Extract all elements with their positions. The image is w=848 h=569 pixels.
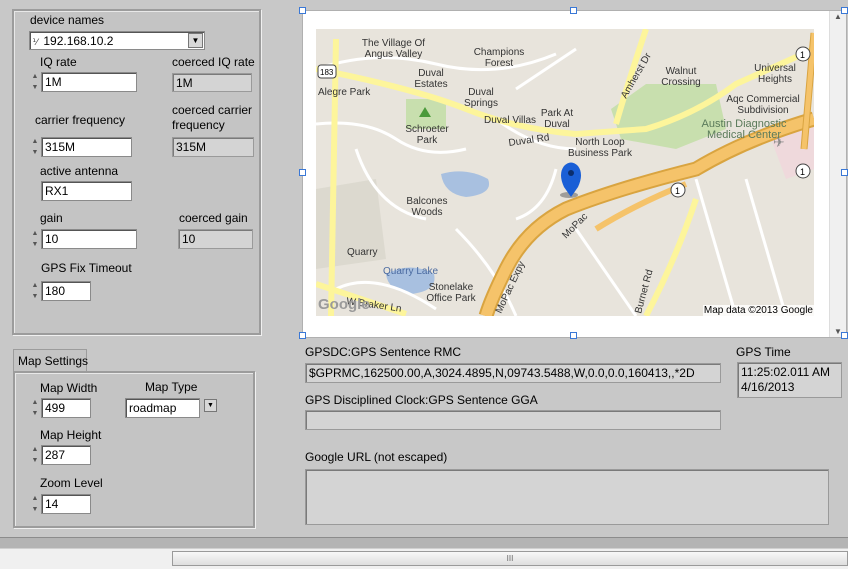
map-label-schroeter-park: Schroeter Park [405,124,449,146]
map-label-balcones-woods: Balcones Woods [406,196,448,218]
iq-rate-spinner[interactable]: ▲ ▼ [30,72,40,94]
svg-text:1: 1 [675,186,680,196]
gps-rmc-label: GPSDC:GPS Sentence RMC [305,345,462,359]
duval-rd-label: Duval Rd [508,132,550,149]
gps-time-date: 4/16/2013 [741,380,795,394]
gps-rmc-value: $GPRMC,162500.00,A,3024.4895,N,09743.548… [305,363,721,383]
map-label-park-at-duval: Park At Duval [540,108,574,130]
map-label-champions-forest: Champions Forest [473,47,525,69]
google-url-label: Google URL (not escaped) [305,450,448,464]
gps-fix-timeout-label: GPS Fix Timeout [41,261,132,275]
map-label-universal-heights: Universal Heights [754,63,796,85]
route-shield-1: 1 [795,163,811,179]
gps-fix-timeout-input[interactable]: 180 [41,281,91,301]
svg-text:1: 1 [800,167,805,177]
gps-time-value: 11:25:02.011 AM 4/16/2013 [737,362,842,398]
map-label-duval-villas: Duval Villas [484,115,537,126]
google-logo: Google [318,296,370,313]
carrier-frequency-spinner[interactable]: ▲ ▼ [30,137,40,159]
route-shield-183: 183 [317,64,337,79]
map-height-spinner[interactable]: ▲ ▼ [30,445,40,467]
carrier-frequency-input[interactable]: 315M [41,137,132,157]
zoom-level-spinner[interactable]: ▲ ▼ [30,494,40,516]
map-type-select[interactable]: roadmap [125,398,200,418]
gps-gga-value [305,410,721,430]
map-attribution: Map data ©2013 Google [702,305,814,316]
chevron-down-icon[interactable]: ▼ [188,33,203,48]
io-icon: ⅟ [32,37,38,47]
svg-text:183: 183 [320,68,334,77]
location-pin-icon[interactable] [560,162,581,199]
gps-time-time: 11:25:02.011 AM [741,365,830,379]
chevron-down-icon[interactable]: ▼ [204,399,217,412]
map-height-label: Map Height [40,428,102,442]
map-label-quarry-lake: Quarry Lake [383,266,439,277]
map-label-duval-springs: Duval Springs [464,87,498,109]
selection-handle[interactable] [299,169,306,176]
zoom-level-input[interactable]: 14 [41,494,91,514]
google-url-value [305,469,829,525]
route-shield-1: 1 [795,46,811,62]
map-label-alegre-park: Alegre Park [318,87,371,98]
map-picture[interactable]: Duval Rd Amherst Dr MoPac MoPac Expy Bur… [302,10,847,338]
iq-rate-label: IQ rate [40,55,77,69]
device-names-value: 192.168.10.2 [43,34,114,48]
coerced-iq-rate-label: coerced IQ rate [172,55,255,69]
water-area [441,171,490,197]
selection-handle[interactable] [841,169,848,176]
zoom-level-label: Zoom Level [40,476,103,490]
map-label-walnut-crossing: Walnut Crossing [661,66,701,88]
map-label-duval-estates: Duval Estates [414,68,448,90]
map-type-label: Map Type [145,380,198,394]
map-width-label: Map Width [40,381,98,395]
map-width-input[interactable]: 499 [41,398,91,418]
coerced-carrier-frequency-value: 315M [172,137,254,157]
horizontal-scrollbar[interactable]: III [0,548,848,569]
map-canvas[interactable]: Duval Rd Amherst Dr MoPac MoPac Expy Bur… [316,29,814,316]
coerced-iq-rate-value: 1M [172,73,252,92]
selection-handle[interactable] [570,7,577,14]
carrier-frequency-label: carrier frequency [35,113,126,127]
gain-input[interactable]: 10 [41,229,137,249]
coerced-gain-label: coerced gain [179,211,248,225]
tab-map-settings[interactable]: Map Settings [13,349,89,371]
selection-handle[interactable] [841,332,848,339]
map-label-stonelake: Stonelake Office Park [426,282,476,304]
selection-handle[interactable] [299,332,306,339]
active-antenna-input[interactable]: RX1 [41,181,132,201]
iq-rate-input[interactable]: 1M [41,72,137,92]
map-width-spinner[interactable]: ▲ ▼ [30,398,40,420]
map-label-quarry: Quarry [347,247,378,258]
active-antenna-label: active antenna [40,164,119,178]
map-label-north-loop: North Loop Business Park [568,137,632,159]
device-names-label: device names [30,13,105,27]
map-label-angus-valley: The Village Of Angus Valley [361,38,426,60]
gps-time-label: GPS Time [736,345,791,359]
selection-handle[interactable] [570,332,577,339]
selection-handle[interactable] [299,7,306,14]
gps-fix-timeout-spinner[interactable]: ▲ ▼ [30,281,40,303]
gain-label: gain [40,211,63,225]
coerced-gain-value: 10 [178,229,253,249]
route-shield-1: 1 [670,182,686,198]
map-height-input[interactable]: 287 [41,445,91,465]
selection-handle[interactable] [841,7,848,14]
tab-map-settings-label: Map Settings [18,354,89,368]
map-label-aqc-commercial: Aqc Commercial Subdivision [726,94,800,116]
svg-text:1: 1 [800,50,805,60]
gps-gga-label: GPS Disciplined Clock:GPS Sentence GGA [305,393,538,407]
map-label-medical-center: Austin Diagnostic Medical Center [701,118,787,141]
device-names-select[interactable]: ⅟ 192.168.10.2 ▼ [29,31,205,50]
horizontal-scroll-thumb[interactable]: III [172,551,848,566]
coerced-carrier-frequency-label: coerced carrier frequency [172,103,253,132]
gain-spinner[interactable]: ▲ ▼ [30,229,40,251]
scroll-grip-icon: III [506,554,514,563]
